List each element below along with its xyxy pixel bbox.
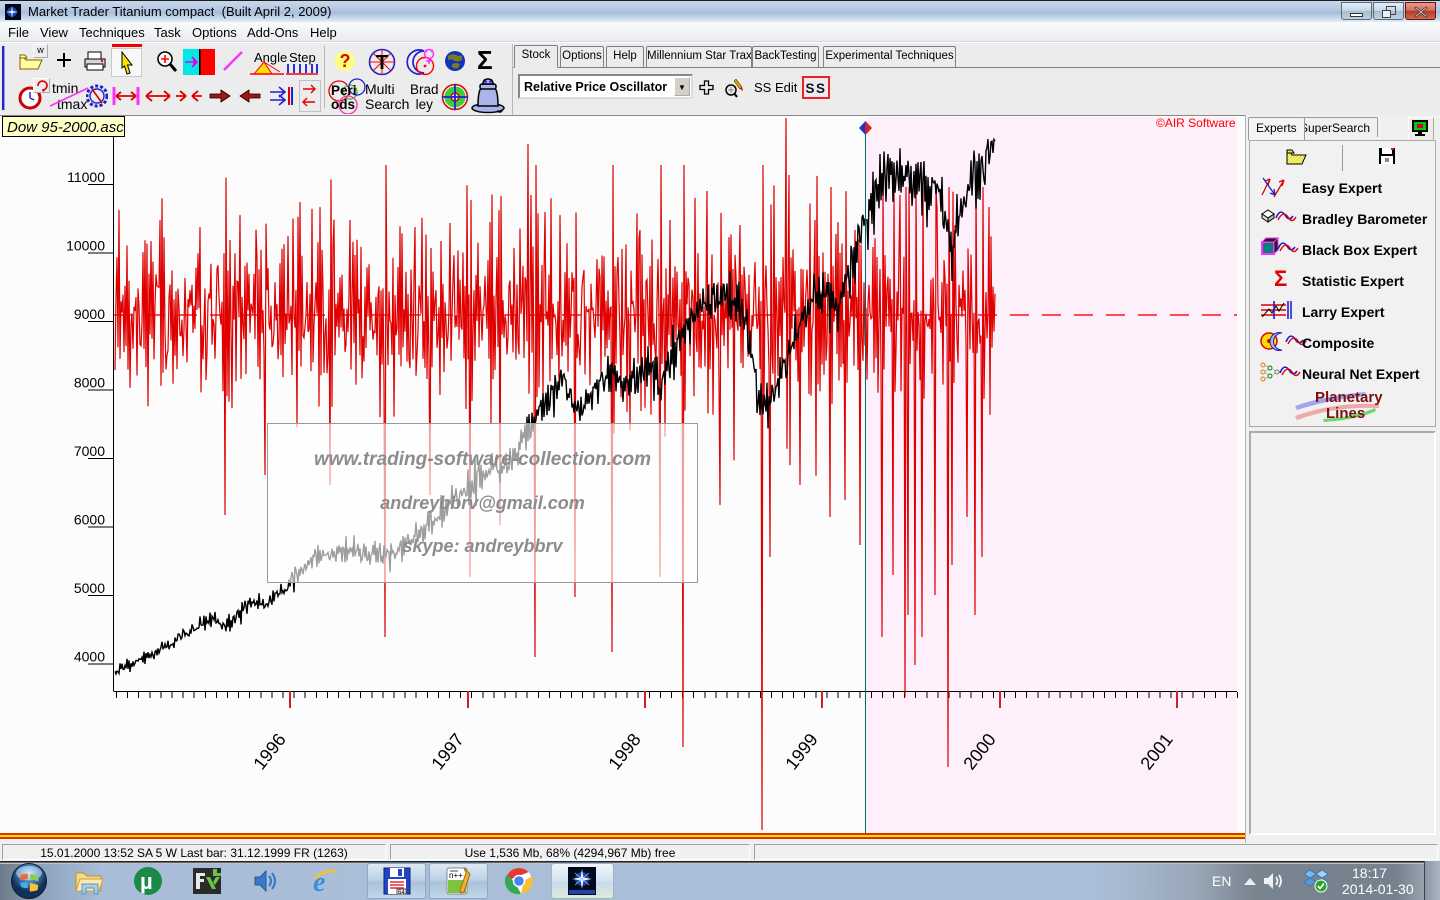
svg-text:T: T [376,52,388,74]
svg-text:10000: 10000 [66,238,105,254]
svg-text:Lines: Lines [1326,405,1365,422]
svg-text:1996: 1996 [249,730,289,774]
svg-text:4000: 4000 [74,649,105,665]
svg-text:1997: 1997 [427,730,467,774]
svg-text:64: 64 [398,890,405,896]
svg-text:6000: 6000 [74,512,105,528]
svg-text:?: ? [340,51,351,71]
svg-text:2000: 2000 [959,730,999,774]
svg-text:Planetary: Planetary [1315,389,1383,406]
svg-text:n++: n++ [449,871,463,880]
svg-text:µ: µ [140,869,153,894]
svg-text:8000: 8000 [74,375,105,391]
svg-text:1999: 1999 [781,730,821,774]
svg-text:5000: 5000 [74,580,105,596]
svg-text:2001: 2001 [1136,730,1176,774]
svg-text:1998: 1998 [604,730,644,774]
svg-text:11000: 11000 [67,169,105,185]
svg-text:7000: 7000 [74,443,105,459]
svg-text:Σ: Σ [1274,268,1287,291]
svg-text:9000: 9000 [74,306,105,322]
